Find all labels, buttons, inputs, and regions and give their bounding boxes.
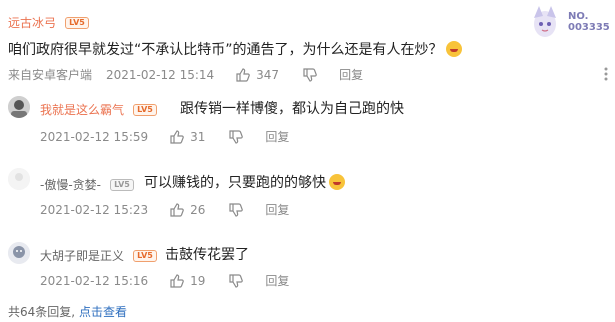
reply-time: 2021-02-12 15:59 — [40, 129, 149, 144]
avatar[interactable] — [8, 168, 30, 190]
reply-username[interactable]: 我就是这么霸气 — [40, 103, 124, 117]
main-comment-meta: 来自安卓客户端 2021-02-12 15:14 347 回复 — [8, 66, 363, 83]
avatar[interactable] — [8, 96, 30, 118]
like-button[interactable]: 26 — [170, 203, 205, 217]
main-comment-body: 咱们政府很早就发过“不承认比特币”的通告了，为什么还是有人在炒？ — [8, 42, 443, 58]
main-comment-username[interactable]: 远古冰弓 — [8, 16, 56, 30]
like-count: 31 — [190, 129, 206, 144]
reply-meta: 2021-02-12 15:23 26 回复 — [40, 201, 289, 218]
total-count: 64 — [20, 305, 36, 319]
thumbs-up-icon — [170, 202, 184, 217]
reply-button[interactable]: 回复 — [265, 128, 289, 145]
reply-username[interactable]: -傲慢-贪婪- — [40, 178, 101, 192]
more-vertical-icon[interactable] — [603, 66, 609, 82]
view-all-replies-link[interactable]: 点击查看 — [79, 305, 127, 319]
dislike-button[interactable] — [229, 202, 244, 217]
reply-button[interactable]: 回复 — [339, 66, 363, 83]
fan-badge: NO. 003335 — [530, 4, 612, 40]
level-badge: LV5 — [133, 249, 157, 262]
thumbs-down-icon — [229, 202, 244, 217]
reply-text: 击鼓传花罢了 — [165, 247, 249, 263]
emoji-icon — [445, 41, 462, 57]
like-count: 26 — [190, 202, 206, 217]
comment-time: 2021-02-12 15:14 — [106, 67, 215, 82]
reply-button[interactable]: 回复 — [265, 201, 289, 218]
user-avatar-icon — [8, 168, 30, 190]
emoji-icon — [329, 174, 345, 190]
total-prefix: 共 — [8, 305, 21, 319]
reply-meta: 2021-02-12 15:16 19 回复 — [40, 272, 289, 289]
like-count: 347 — [256, 67, 280, 82]
comment-source: 来自安卓客户端 — [8, 68, 93, 82]
like-button[interactable]: 19 — [170, 274, 205, 288]
total-suffix: 条回复, — [35, 305, 79, 319]
reply-summary: 共64条回复, 点击查看 — [8, 303, 127, 320]
reply-time: 2021-02-12 15:23 — [40, 202, 149, 217]
thumbs-down-icon — [229, 273, 244, 288]
reply-time: 2021-02-12 15:16 — [40, 273, 149, 288]
thumbs-up-icon — [170, 273, 184, 288]
reply-header: -傲慢-贪婪- LV5 — [40, 174, 134, 193]
reply-text: 可以赚钱的，只要跑的的够快 — [144, 172, 345, 192]
thumbs-up-icon — [170, 129, 184, 144]
badge-no-label: NO. — [568, 11, 589, 22]
reply-text: 跟传销一样博傻，都认为自己跑的快 — [180, 101, 404, 117]
dislike-button[interactable] — [229, 129, 244, 144]
badge-number: 003335 — [568, 22, 610, 33]
reply-body: 可以赚钱的，只要跑的的够快 — [144, 175, 326, 191]
reply-header: 大胡子即是正义 LV5 — [40, 245, 157, 264]
like-count: 19 — [190, 273, 206, 288]
anime-avatar-icon — [534, 6, 556, 37]
reply-button[interactable]: 回复 — [265, 272, 289, 289]
main-comment-text: 咱们政府很早就发过“不承认比特币”的通告了，为什么还是有人在炒？ — [8, 39, 462, 59]
like-button[interactable]: 31 — [170, 130, 205, 144]
reply-meta: 2021-02-12 15:59 31 回复 — [40, 128, 289, 145]
avatar[interactable] — [8, 242, 30, 264]
dislike-button[interactable] — [303, 67, 317, 82]
reply-header: 我就是这么霸气 LV5 — [40, 99, 157, 118]
user-avatar-icon — [8, 96, 30, 118]
user-avatar-icon — [8, 242, 30, 264]
level-badge: LV5 — [133, 103, 157, 116]
like-button[interactable]: 347 — [236, 68, 279, 82]
dislike-button[interactable] — [229, 273, 244, 288]
reply-username[interactable]: 大胡子即是正义 — [40, 249, 124, 263]
main-comment-header: 远古冰弓 LV5 — [8, 12, 89, 31]
thumbs-up-icon — [236, 67, 250, 82]
level-badge: LV5 — [110, 178, 134, 191]
thumbs-down-icon — [229, 129, 244, 144]
level-badge: LV5 — [65, 16, 89, 29]
thumbs-down-icon — [303, 67, 317, 82]
